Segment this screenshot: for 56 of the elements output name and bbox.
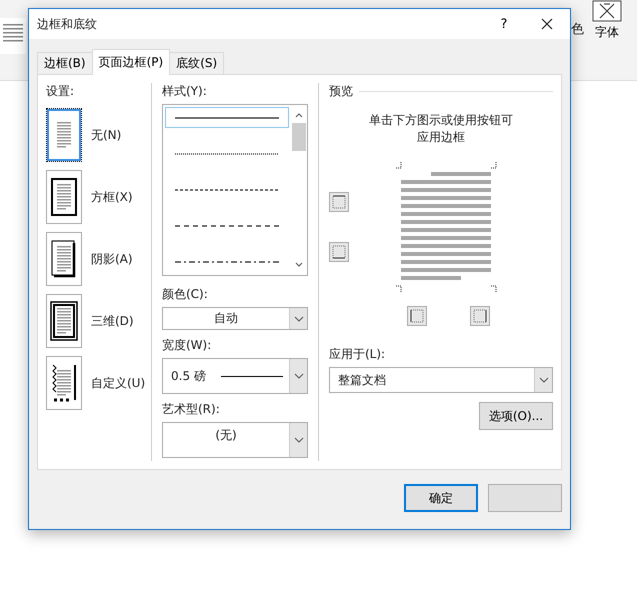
- options-button[interactable]: 选项(O)...: [479, 402, 553, 430]
- bottom-border-icon: [332, 245, 346, 259]
- color-label[interactable]: 色: [571, 20, 584, 38]
- chevron-down-icon: [294, 437, 304, 444]
- page-border-icon: [49, 300, 79, 342]
- art-dropdown[interactable]: (无): [162, 422, 308, 458]
- ok-button[interactable]: 确定: [404, 484, 478, 512]
- right-border-button[interactable]: [470, 306, 490, 326]
- setting-label: 阴影(A): [91, 250, 133, 268]
- scroll-down-icon[interactable]: [294, 261, 304, 269]
- scroll-thumb[interactable]: [292, 123, 306, 151]
- setting-label: 无(N): [91, 126, 122, 144]
- chevron-down-icon: [294, 373, 304, 380]
- color-dropdown[interactable]: 自动: [162, 307, 308, 330]
- line-sample-icon: [175, 260, 279, 264]
- scroll-up-icon[interactable]: [294, 111, 304, 119]
- tab[interactable]: 底纹(S): [169, 52, 224, 74]
- page-border-icon: [49, 176, 79, 218]
- art-label: 艺术型(R):: [162, 401, 221, 418]
- close-icon: [541, 18, 553, 30]
- settings-label: 设置:: [46, 83, 76, 100]
- setting-option[interactable]: [46, 232, 82, 286]
- setting-option[interactable]: [46, 294, 82, 348]
- bottom-border-button[interactable]: [329, 242, 349, 262]
- setting-option[interactable]: [46, 170, 82, 224]
- font-button[interactable]: 字体: [592, 0, 622, 41]
- setting-label: 方框(X): [91, 188, 133, 206]
- width-dropdown[interactable]: 0.5 磅: [162, 358, 308, 394]
- width-label: 宽度(W):: [162, 337, 212, 354]
- left-border-icon: [410, 309, 424, 323]
- left-border-button[interactable]: [407, 306, 427, 326]
- tab[interactable]: 边框(B): [37, 52, 93, 74]
- window-title: 边框和底纹: [37, 16, 98, 32]
- apply-to-label: 应用于(L):: [329, 346, 386, 363]
- preview-hint: 单击下方图示或使用按钮可应用边框: [368, 112, 514, 146]
- top-border-icon: [332, 195, 346, 209]
- help-button[interactable]: ?: [484, 9, 524, 39]
- setting-option[interactable]: [46, 108, 82, 162]
- setting-option[interactable]: [46, 356, 82, 410]
- line-sample-icon: [175, 188, 279, 192]
- color-label: 颜色(C):: [162, 286, 209, 303]
- line-sample-icon: [175, 116, 279, 120]
- line-sample-icon: [175, 152, 279, 156]
- chevron-down-icon: [294, 316, 304, 322]
- line-sample-icon: [221, 374, 283, 378]
- preview-heading: 预览: [329, 83, 353, 100]
- top-border-button[interactable]: [329, 192, 349, 212]
- style-label: 样式(Y):: [162, 83, 208, 100]
- apply-to-dropdown[interactable]: 整篇文档: [329, 367, 553, 393]
- line-style-option[interactable]: [165, 107, 289, 128]
- chevron-down-icon: [538, 377, 548, 383]
- right-border-icon: [473, 309, 487, 323]
- line-sample-icon: [175, 224, 279, 228]
- setting-label: 三维(D): [91, 312, 134, 330]
- tab[interactable]: 页面边框(P): [92, 49, 170, 75]
- setting-label: 自定义(U): [91, 374, 146, 392]
